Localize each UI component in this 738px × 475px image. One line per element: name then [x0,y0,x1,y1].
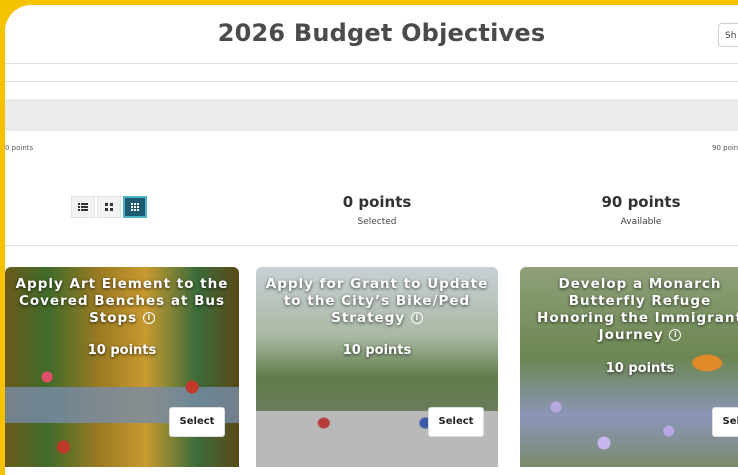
grid-small-icon [105,203,113,211]
card-points: 10 points [605,361,675,376]
available-points-value: 90 points [601,193,681,211]
select-button[interactable]: Select [428,407,484,437]
select-button[interactable]: Select [169,407,225,437]
selected-points: 0 points Selected [327,193,427,227]
available-points-label: Available [620,217,662,227]
card-title: Apply for Grant to Update to the City’s … [265,276,489,326]
view-toggle [71,196,147,218]
select-button[interactable]: Select [712,407,738,437]
list-icon [78,203,88,211]
share-button[interactable]: Sh [718,23,738,47]
available-points: 90 points Available [591,193,691,227]
range-max-label: 90 points [712,144,738,152]
selected-points-value: 0 points [342,193,412,211]
card-title: Develop a Monarch Butterfly Refuge Honor… [537,276,738,343]
card-title: Apply Art Element to the Covered Benches… [15,276,229,326]
page-title: 2026 Budget Objectives [217,19,546,47]
range-min-label: 0 points [5,144,34,152]
grid-view-button[interactable] [123,196,147,218]
objective-card[interactable]: Develop a Monarch Butterfly Refuge Honor… [520,267,738,467]
info-icon[interactable]: i [669,329,682,341]
divider [5,245,738,246]
app-frame: 2026 Budget Objectives Sh 0 points 90 po… [5,5,738,475]
divider [5,63,738,64]
divider [5,81,738,82]
info-icon[interactable]: i [142,312,155,324]
info-icon[interactable]: i [410,312,423,324]
grid-icon [131,203,139,211]
selected-points-label: Selected [357,217,397,227]
objective-card[interactable]: Apply for Grant to Update to the City’s … [256,267,498,467]
compact-grid-view-button[interactable] [97,196,121,218]
card-points: 10 points [342,343,412,358]
list-view-button[interactable] [71,196,95,218]
points-progress-bar [5,99,738,131]
card-points: 10 points [87,343,157,358]
objective-card[interactable]: Apply Art Element to the Covered Benches… [5,267,239,467]
